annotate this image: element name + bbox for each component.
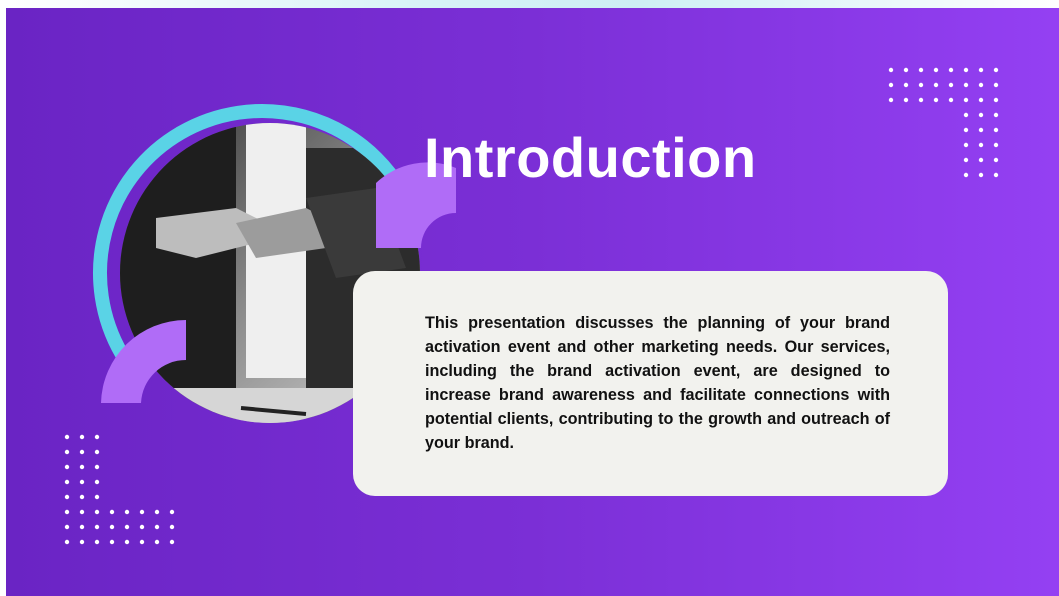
- dot-pattern-bottom-left: [64, 434, 175, 545]
- dot-pattern-top-right: [888, 67, 999, 178]
- body-paragraph: This presentation discusses the planning…: [425, 314, 890, 452]
- slide-canvas: Introduction This presentation discusses…: [6, 8, 1059, 596]
- text-card: This presentation discusses the planning…: [353, 271, 948, 496]
- slide-title: Introduction: [424, 126, 757, 189]
